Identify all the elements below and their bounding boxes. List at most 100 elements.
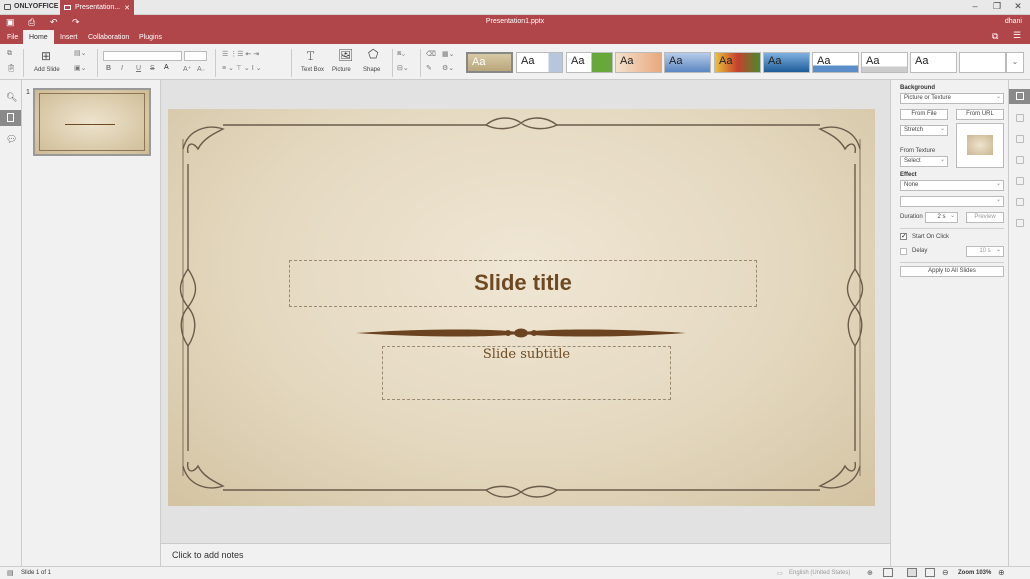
theme-thumbnail-7[interactable]: Aa [763, 52, 810, 73]
font-name-combo[interactable] [103, 51, 182, 61]
bold-icon[interactable]: B [106, 65, 111, 72]
theme-thumbnail-4[interactable]: Aa [615, 52, 662, 73]
arrange-icon[interactable]: ⧈⌄ [397, 50, 405, 58]
menu-bar: File Home Insert Collaboration Plugins ⧉… [0, 30, 1030, 44]
slide-subtitle[interactable]: Slide subtitle [383, 347, 670, 362]
hamburger-menu-icon[interactable]: ☰ [1013, 30, 1021, 41]
apply-to-all-slides-button[interactable]: Apply to All Slides [900, 266, 1004, 277]
subtitle-placeholder[interactable]: Slide subtitle [382, 346, 671, 400]
slide-size-icon[interactable]: ▣⌄ [74, 64, 86, 72]
tab-plugins[interactable]: Plugins [133, 30, 168, 44]
slide-layout-icon[interactable]: ▤⌄ [74, 49, 86, 57]
theme-thumbnail-3[interactable]: Aa [566, 52, 613, 73]
underline-icon[interactable]: U [136, 65, 141, 72]
shape-settings-icon[interactable] [1016, 156, 1024, 164]
paste-icon[interactable]: 📋︎ [7, 64, 16, 72]
slide-border-ornament [179, 117, 864, 498]
close-tab-icon[interactable]: ✕ [124, 4, 130, 12]
strikethrough-icon[interactable]: S [150, 65, 155, 72]
text-box-button[interactable]: Text Box [301, 67, 324, 73]
brand-name: ONLYOFFICE [14, 3, 59, 10]
color-scheme-icon[interactable]: ▦⌄ [442, 50, 454, 58]
theme-thumbnail-5[interactable]: Aa [664, 52, 711, 73]
copy-style-icon[interactable]: ✎ [426, 64, 432, 72]
slide-1[interactable]: Slide title Slide subtitle [168, 109, 875, 506]
paragraph-settings-icon[interactable] [1016, 114, 1024, 122]
delay-input[interactable]: 10 s [966, 246, 1004, 257]
document-title: Presentation1.pptx [485, 18, 545, 25]
chart-settings-icon[interactable] [1016, 198, 1024, 206]
open-location-icon[interactable]: ⧉ [992, 31, 998, 42]
slide-title[interactable]: Slide title [290, 270, 756, 296]
zoom-out-icon[interactable]: ⊖ [942, 568, 949, 577]
document-tab-label: Presentation... [74, 4, 121, 11]
zoom-level: Zoom 103% [958, 570, 992, 576]
effect-type-select[interactable] [900, 196, 1004, 207]
comments-icon[interactable]: 💬︎ [6, 134, 17, 145]
fill-type-select[interactable]: Picture or Texture [900, 93, 1004, 104]
text-box-icon[interactable]: 𝚃 [306, 48, 315, 64]
image-settings-icon[interactable] [1016, 135, 1024, 143]
shape-button[interactable]: Shape [363, 67, 380, 73]
texture-preview [956, 123, 1004, 168]
font-size-combo[interactable] [184, 51, 207, 61]
table-settings-icon[interactable] [1016, 177, 1024, 185]
themes-expand-icon[interactable]: ⌄ [1006, 52, 1024, 73]
align-icon[interactable]: ≡ ⌄ ⊤ ⌄ Ⅰ ⌄ [222, 64, 262, 72]
theme-thumbnail-6[interactable]: Aa [714, 52, 761, 73]
tab-home[interactable]: Home [23, 30, 54, 44]
from-file-button[interactable]: From File [900, 109, 948, 120]
stretch-select[interactable]: Stretch [900, 125, 948, 136]
language-select[interactable]: English (United States) [789, 570, 850, 576]
bullets-icon[interactable]: ☰ ⋮☰ ⇤ ⇥ [222, 50, 259, 58]
slide-settings-icon[interactable]: ⚙⌄ [442, 64, 454, 72]
superscript-icon[interactable]: A⁺ [183, 65, 191, 73]
restore-icon[interactable]: ❐ [990, 1, 1004, 12]
notes-area[interactable]: Click to add notes [161, 543, 890, 566]
slide-thumbnail-1[interactable] [33, 88, 151, 156]
font-color-icon[interactable]: A [164, 64, 169, 71]
spellcheck-icon[interactable]: ⊕ [867, 569, 873, 577]
from-texture-label: From Texture [900, 148, 936, 154]
slide-navigation-icon[interactable]: ▤ [7, 569, 14, 577]
from-url-button[interactable]: From URL [956, 109, 1004, 120]
texture-select[interactable]: Select [900, 156, 948, 167]
fit-width-icon[interactable] [925, 568, 935, 577]
tab-collaboration[interactable]: Collaboration [82, 30, 135, 44]
add-slide-button[interactable]: Add Slide [34, 67, 60, 73]
zoom-in-icon[interactable]: ⊕ [998, 568, 1005, 577]
slides-panel-button[interactable] [0, 110, 21, 126]
title-placeholder[interactable]: Slide title [289, 260, 757, 307]
theme-thumbnail-2[interactable]: Aa [516, 52, 563, 73]
theme-thumbnail-9[interactable]: Aa [861, 52, 908, 73]
duration-input[interactable]: 2 s [925, 212, 958, 223]
notes-toggle-icon[interactable] [883, 568, 893, 577]
preview-button[interactable]: Preview [966, 212, 1004, 223]
minimize-icon[interactable]: – [968, 1, 982, 11]
effect-select[interactable]: None [900, 180, 1004, 191]
slide-settings-tab[interactable] [1009, 89, 1030, 104]
notes-placeholder: Click to add notes [172, 550, 244, 560]
search-icon[interactable]: 🔍︎ [6, 92, 17, 103]
document-tab[interactable]: Presentation... ✕ [60, 0, 134, 15]
fit-slide-icon[interactable] [907, 568, 917, 577]
theme-thumbnail-8[interactable]: Aa [812, 52, 859, 73]
picture-icon[interactable]: 🖼︎ [338, 48, 353, 62]
theme-thumbnail-10[interactable]: Aa [910, 52, 957, 73]
picture-button[interactable]: Picture [332, 67, 351, 73]
copy-icon[interactable]: ⧉ [7, 50, 12, 58]
italic-icon[interactable]: I [121, 65, 123, 72]
align-shape-icon[interactable]: ⊟⌄ [397, 64, 409, 72]
start-on-click-checkbox[interactable]: ✓ [900, 233, 907, 240]
subscript-icon[interactable]: A₋ [197, 65, 205, 73]
tab-insert[interactable]: Insert [54, 30, 84, 44]
close-window-icon[interactable]: ✕ [1011, 1, 1025, 12]
theme-thumbnail-1[interactable]: Aa [466, 52, 513, 73]
delay-checkbox[interactable] [900, 248, 907, 255]
tab-file[interactable]: File [1, 30, 24, 44]
clear-style-icon[interactable]: ⌫ [426, 50, 436, 58]
shape-icon[interactable]: ⬠ [368, 47, 378, 61]
add-slide-icon[interactable]: ⊞ [41, 49, 51, 63]
slide-number: 1 [26, 89, 30, 96]
signature-settings-icon[interactable] [1016, 219, 1024, 227]
